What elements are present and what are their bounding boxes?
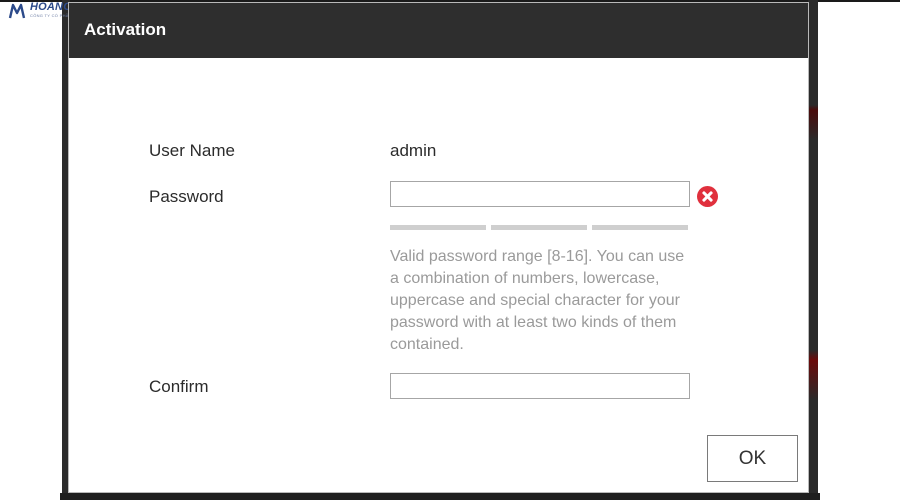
background-bottom-strip — [60, 493, 820, 500]
background-right-edge — [808, 0, 818, 500]
ok-button[interactable]: OK — [707, 435, 798, 482]
password-hint: Valid password range [8-16]. You can use… — [390, 248, 685, 353]
password-strength-meter — [390, 225, 688, 230]
logo-mark-icon — [8, 2, 26, 20]
activation-dialog: Activation User Name admin Password Vali… — [68, 2, 809, 493]
password-label: Password — [149, 187, 224, 206]
user-name-value: admin — [390, 141, 437, 160]
confirm-password-input[interactable] — [390, 373, 690, 399]
dialog-title: Activation — [84, 19, 167, 39]
password-input[interactable] — [390, 181, 690, 207]
confirm-label: Confirm — [149, 377, 209, 396]
strength-segment-weak — [390, 225, 486, 230]
user-name-label: User Name — [149, 141, 235, 160]
strength-segment-strong — [592, 225, 688, 230]
strength-segment-medium — [491, 225, 587, 230]
error-x-icon — [697, 186, 718, 207]
dialog-titlebar: Activation — [69, 3, 808, 58]
